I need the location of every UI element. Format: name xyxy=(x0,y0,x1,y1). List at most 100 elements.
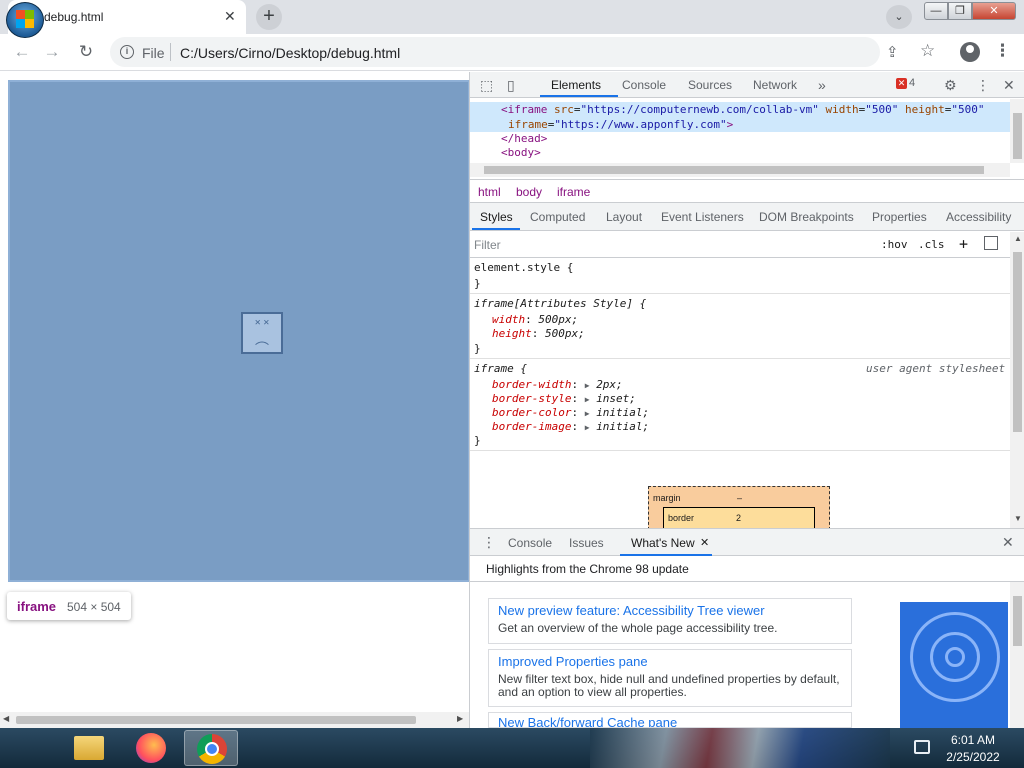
scroll-up-icon[interactable]: ▲ xyxy=(1014,234,1022,243)
drawer-close-icon[interactable]: ✕ xyxy=(1002,534,1014,551)
clock-time[interactable]: 6:01 AM xyxy=(940,733,1006,747)
start-button[interactable] xyxy=(6,2,44,38)
style-declaration[interactable]: border-image: ▶ initial; xyxy=(492,420,649,433)
more-tabs-icon[interactable]: » xyxy=(818,77,826,93)
rule-selector[interactable]: element.style { xyxy=(474,261,573,274)
drawer-vertical-scrollbar[interactable] xyxy=(1010,582,1024,728)
drawer-tabbar: ⋮ Console Issues What's New ✕ ✕ xyxy=(470,528,1024,556)
rule-selector[interactable]: iframe { xyxy=(474,362,527,375)
whats-new-card[interactable]: New preview feature: Accessibility Tree … xyxy=(488,598,852,644)
tab-elements[interactable]: Elements xyxy=(551,78,601,92)
scrollbar-thumb[interactable] xyxy=(484,166,984,174)
card-title-link[interactable]: New preview feature: Accessibility Tree … xyxy=(498,603,765,618)
styles-vertical-scrollbar[interactable]: ▲ ▼ xyxy=(1010,232,1024,528)
network-tray-icon[interactable] xyxy=(914,740,930,754)
iframe-highlight[interactable]: ˟ ˟ ︵ xyxy=(8,80,470,582)
box-margin-label: margin xyxy=(653,493,681,503)
subtab-dom-breakpoints[interactable]: DOM Breakpoints xyxy=(759,210,854,224)
forward-icon[interactable]: → xyxy=(40,40,64,64)
tab-console[interactable]: Console xyxy=(622,78,666,92)
scroll-right-icon[interactable]: ▶ xyxy=(457,714,463,723)
window-close-button[interactable]: ✕ xyxy=(972,2,1016,20)
window-minimize-button[interactable]: — xyxy=(924,2,948,20)
dom-line-head-close[interactable]: </head> xyxy=(501,132,547,145)
rule-close-brace: } xyxy=(474,277,481,290)
whats-new-card[interactable]: Improved Properties pane New filter text… xyxy=(488,649,852,707)
tab-sources[interactable]: Sources xyxy=(688,78,732,92)
wallpaper-strip xyxy=(590,728,890,768)
sad-frame-icon: ˟ ˟ ︵ xyxy=(241,312,283,354)
toggle-sidebar-icon[interactable] xyxy=(984,236,998,250)
subtab-event-listeners[interactable]: Event Listeners xyxy=(661,210,744,224)
tab-network[interactable]: Network xyxy=(753,78,797,92)
card-title-link[interactable]: New Back/forward Cache pane xyxy=(498,715,677,727)
drawer-tab-close-icon[interactable]: ✕ xyxy=(700,536,709,549)
share-icon[interactable]: ⇪ xyxy=(886,43,899,61)
crumb-html[interactable]: html xyxy=(478,185,501,199)
taskbar-chrome[interactable] xyxy=(184,730,238,766)
dom-line-iframe-cont[interactable]: iframe="https://www.apponfly.com"> xyxy=(508,118,733,131)
profile-avatar-icon[interactable] xyxy=(960,42,980,62)
box-model-diagram: margin – border 2 xyxy=(648,486,830,531)
hover-state-button[interactable]: :hov xyxy=(881,238,908,251)
browser-menu-icon[interactable]: ⋮ xyxy=(994,41,1011,61)
new-rule-button[interactable]: + xyxy=(959,235,968,253)
style-declaration[interactable]: width: 500px; xyxy=(492,313,578,326)
style-declaration[interactable]: height: 500px; xyxy=(492,327,585,340)
card-title-link[interactable]: Improved Properties pane xyxy=(498,654,648,669)
subtab-styles[interactable]: Styles xyxy=(480,210,513,224)
crumb-body[interactable]: body xyxy=(516,185,542,199)
style-declaration[interactable]: border-width: ▶ 2px; xyxy=(492,378,623,391)
style-rule-element: element.style { } xyxy=(470,258,1010,294)
back-icon[interactable]: ← xyxy=(10,40,34,64)
box-border-value[interactable]: 2 xyxy=(736,513,741,523)
drawer-menu-icon[interactable]: ⋮ xyxy=(482,534,496,551)
devtools-close-icon[interactable]: ✕ xyxy=(1003,77,1015,94)
reload-icon[interactable]: ↻ xyxy=(74,40,98,64)
bookmark-star-icon[interactable]: ☆ xyxy=(920,41,935,61)
scroll-left-icon[interactable]: ◀ xyxy=(3,714,9,723)
styles-filter-input[interactable] xyxy=(474,236,874,254)
clock-date[interactable]: 2/25/2022 xyxy=(940,750,1006,764)
style-declaration[interactable]: border-style: ▶ inset; xyxy=(492,392,636,405)
dom-line-body[interactable]: <body> xyxy=(501,146,541,159)
settings-gear-icon[interactable]: ⚙ xyxy=(944,77,957,94)
box-margin-value[interactable]: – xyxy=(737,493,742,503)
elements-horizontal-scrollbar[interactable] xyxy=(470,163,1010,177)
error-count-badge[interactable]: ✕ 4 xyxy=(896,77,926,93)
subtab-computed[interactable]: Computed xyxy=(530,210,585,224)
whats-new-card[interactable]: New Back/forward Cache pane xyxy=(488,712,852,728)
drawer-tab-issues[interactable]: Issues xyxy=(569,536,604,550)
whats-new-heading: Highlights from the Chrome 98 update xyxy=(486,562,689,576)
crumb-iframe[interactable]: iframe xyxy=(557,185,590,199)
taskbar-explorer[interactable] xyxy=(62,730,116,766)
elements-vertical-scrollbar[interactable] xyxy=(1010,99,1024,163)
scrollbar-thumb[interactable] xyxy=(16,716,416,724)
new-tab-button[interactable]: + xyxy=(256,4,282,30)
inspect-element-icon[interactable]: ⬚ xyxy=(480,77,493,94)
tab-close-button[interactable]: ✕ xyxy=(224,8,236,25)
taskbar-firefox[interactable] xyxy=(124,730,178,766)
subtab-layout[interactable]: Layout xyxy=(606,210,642,224)
url-text[interactable]: C:/Users/Cirno/Desktop/debug.html xyxy=(180,45,400,61)
subtab-accessibility[interactable]: Accessibility xyxy=(946,210,1011,224)
scrollbar-thumb[interactable] xyxy=(1013,596,1022,646)
drawer-tab-whats-new[interactable]: What's New xyxy=(631,536,695,550)
rule-selector[interactable]: iframe[Attributes Style] { xyxy=(474,297,646,310)
address-bar[interactable]: i File C:/Users/Cirno/Desktop/debug.html xyxy=(110,37,880,67)
dom-line-iframe[interactable]: <iframe src="https://computernewb.com/co… xyxy=(501,103,985,116)
chrome-98-promo-image xyxy=(900,602,1008,728)
scrollbar-thumb[interactable] xyxy=(1013,252,1022,432)
tab-search-button[interactable]: ⌄ xyxy=(886,5,912,29)
class-toggle-button[interactable]: .cls xyxy=(918,238,945,251)
drawer-tab-console[interactable]: Console xyxy=(508,536,552,550)
style-declaration[interactable]: border-color: ▶ initial; xyxy=(492,406,649,419)
device-toolbar-icon[interactable]: ▯ xyxy=(507,77,515,94)
scrollbar-thumb[interactable] xyxy=(1013,113,1022,159)
window-maximize-button[interactable]: ❐ xyxy=(948,2,972,20)
page-horizontal-scrollbar[interactable]: ◀ ▶ xyxy=(0,712,469,728)
scroll-down-icon[interactable]: ▼ xyxy=(1014,514,1022,523)
info-icon[interactable]: i xyxy=(120,45,134,59)
devtools-menu-icon[interactable]: ⋮ xyxy=(976,77,990,94)
subtab-properties[interactable]: Properties xyxy=(872,210,927,224)
